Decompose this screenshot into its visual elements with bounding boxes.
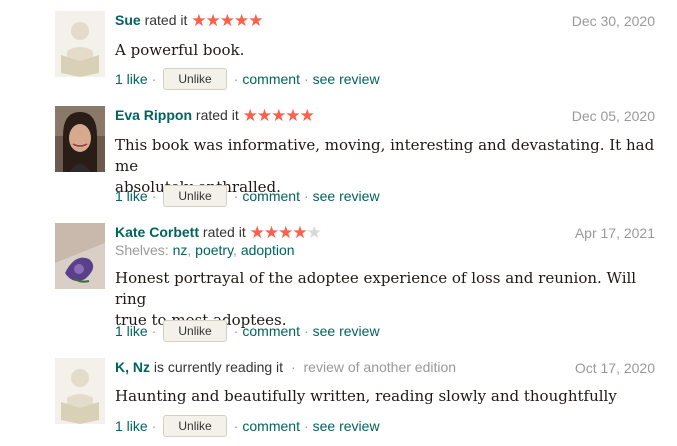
review-meta: Sue rated it ★★★★★: [115, 11, 264, 30]
like-count-link[interactable]: 1 like: [115, 418, 148, 434]
reader-silhouette-icon: [55, 358, 105, 424]
star-icon: ★: [256, 106, 272, 125]
unlike-button[interactable]: Unlike: [163, 185, 227, 208]
comment-link[interactable]: comment: [242, 188, 300, 204]
star-icon: ★: [242, 106, 258, 125]
shelves-label: Shelves:: [115, 242, 169, 258]
review-date[interactable]: Oct 17, 2020: [575, 360, 655, 376]
star-empty-icon: ★: [306, 223, 322, 242]
star-icon: ★: [292, 223, 307, 242]
comment-link[interactable]: comment: [242, 323, 300, 339]
unlike-button[interactable]: Unlike: [163, 320, 227, 343]
user-avatar-default[interactable]: [55, 11, 105, 77]
star-icon: ★: [219, 11, 235, 30]
star-icon: ★: [278, 223, 293, 242]
review-meta: K, Nz is currently reading it · review o…: [115, 358, 456, 376]
comment-link[interactable]: comment: [242, 418, 300, 434]
star-icon: ★: [234, 11, 249, 30]
like-count-link[interactable]: 1 like: [115, 188, 148, 204]
separator-dot: ·: [303, 71, 309, 87]
star-icon: ★: [271, 106, 286, 125]
separator-dot: ·: [151, 418, 157, 434]
star-icon: ★: [205, 11, 221, 30]
star-icon: ★: [248, 11, 263, 30]
review-actions: 1 like · Unlike · comment · see review: [115, 320, 380, 343]
review-date[interactable]: Apr 17, 2021: [575, 225, 655, 241]
like-count-link[interactable]: 1 like: [115, 323, 148, 339]
review-text: A powerful book.: [115, 41, 245, 59]
see-review-link[interactable]: see review: [313, 188, 380, 204]
review-action: is currently reading it: [153, 359, 284, 375]
separator-dot: ·: [151, 71, 157, 87]
flower-photo-icon: [55, 223, 105, 289]
separator-dot: ·: [290, 359, 296, 375]
star-rating: ★★★★★: [249, 223, 322, 242]
reviewer-name[interactable]: K, Nz: [115, 359, 150, 375]
user-avatar-default[interactable]: [55, 358, 105, 424]
review-action: rated it: [202, 224, 246, 240]
star-rating: ★★★★★: [242, 106, 315, 125]
separator-dot: ·: [303, 418, 309, 434]
review-meta: Kate Corbett rated it ★★★★★: [115, 223, 322, 242]
separator-dot: ·: [233, 71, 239, 87]
user-avatar-photo[interactable]: [55, 106, 105, 172]
separator-dot: ·: [233, 188, 239, 204]
reviewer-name[interactable]: Sue: [115, 12, 141, 28]
review-meta: Eva Rippon rated it ★★★★★: [115, 106, 315, 125]
star-icon: ★: [299, 106, 315, 125]
comment-link[interactable]: comment: [242, 71, 300, 87]
unlike-button[interactable]: Unlike: [163, 68, 227, 91]
review-shelves: Shelves: nz, poetry, adoption: [115, 242, 295, 258]
separator-dot: ·: [303, 188, 309, 204]
separator-dot: ·: [233, 323, 239, 339]
review-action: rated it: [144, 12, 188, 28]
review-text: Haunting and beautifully written, readin…: [115, 387, 617, 405]
star-icon: ★: [285, 106, 300, 125]
like-count-link[interactable]: 1 like: [115, 71, 148, 87]
star-icon: ★: [263, 223, 279, 242]
see-review-link[interactable]: see review: [313, 418, 380, 434]
user-avatar-photo[interactable]: [55, 223, 105, 289]
review-actions: 1 like · Unlike · comment · see review: [115, 68, 380, 91]
star-icon: ★: [191, 11, 206, 30]
review-actions: 1 like · Unlike · comment · see review: [115, 185, 380, 208]
review-text-line: This book was informative, moving, inter…: [115, 136, 655, 175]
see-review-link[interactable]: see review: [313, 71, 380, 87]
user-photo-icon: [55, 106, 105, 172]
reviewer-name[interactable]: Kate Corbett: [115, 224, 199, 240]
shelf-link[interactable]: nz: [173, 242, 188, 258]
shelf-link[interactable]: adoption: [241, 242, 295, 258]
review-date[interactable]: Dec 30, 2020: [572, 13, 655, 29]
review-actions: 1 like · Unlike · comment · see review: [115, 415, 380, 438]
reviewer-name[interactable]: Eva Rippon: [115, 107, 192, 123]
separator-dot: ·: [303, 323, 309, 339]
reader-silhouette-icon: [55, 11, 105, 77]
separator-dot: ·: [151, 188, 157, 204]
shelf-link[interactable]: poetry: [195, 242, 233, 258]
see-review-link[interactable]: see review: [313, 323, 380, 339]
review-action: rated it: [195, 107, 239, 123]
star-rating: ★★★★★: [191, 11, 263, 30]
unlike-button[interactable]: Unlike: [163, 415, 227, 438]
separator-dot: ·: [233, 418, 239, 434]
review-date[interactable]: Dec 05, 2020: [572, 108, 655, 124]
star-icon: ★: [249, 223, 265, 242]
review-text-line: Honest portrayal of the adoptee experien…: [115, 269, 637, 308]
separator-dot: ·: [151, 323, 157, 339]
edition-note-link[interactable]: review of another edition: [304, 359, 457, 375]
